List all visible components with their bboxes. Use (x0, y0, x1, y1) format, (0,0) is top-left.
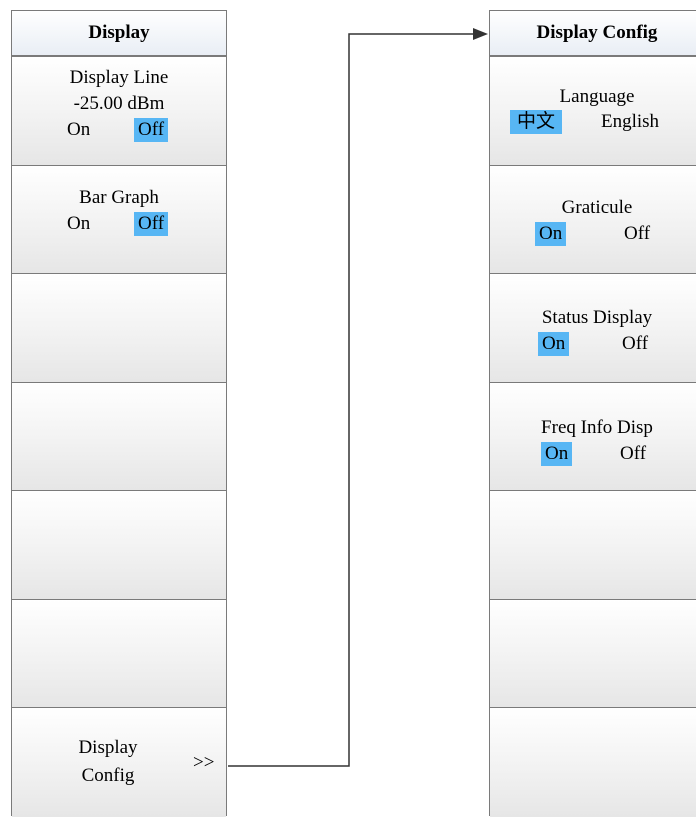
connector-line (228, 33, 474, 767)
softkey-empty-4 (12, 382, 226, 491)
softkey-empty-r7 (490, 708, 696, 817)
display-config-menu-title: Display Config (490, 11, 696, 57)
freq-info-disp-on-option[interactable]: On (541, 441, 573, 466)
graticule-off-option[interactable]: Off (620, 222, 654, 246)
language-chinese-option[interactable]: 中文 (510, 110, 563, 134)
status-display-label: Status Display (541, 307, 653, 328)
display-line-on-option[interactable]: On (63, 118, 94, 142)
display-config-menu: Display Config Language 中文 English Grati… (489, 10, 696, 817)
language-label: Language (559, 86, 635, 107)
softkey-status-display[interactable]: Status Display On Off (490, 274, 696, 383)
softkey-freq-info-disp[interactable]: Freq Info Disp On Off (490, 382, 696, 491)
softkey-bar-graph[interactable]: Bar Graph On Off (12, 165, 226, 274)
display-line-off-option[interactable]: Off (134, 118, 169, 142)
display-line-value: -25.00 dBm (73, 93, 165, 114)
status-display-off-option[interactable]: Off (618, 332, 652, 356)
bar-graph-label: Bar Graph (79, 186, 159, 208)
graticule-label: Graticule (561, 196, 633, 218)
bar-graph-on-option[interactable]: On (63, 212, 94, 236)
softkey-empty-6 (12, 599, 226, 708)
softkey-empty-3 (12, 274, 226, 383)
arrowhead-icon (473, 28, 488, 40)
softkey-empty-r5 (490, 491, 696, 600)
display-menu-title: Display (12, 11, 226, 57)
bar-graph-off-option[interactable]: Off (134, 211, 169, 236)
submenu-arrow-icon: >> (193, 752, 215, 773)
softkey-display-line[interactable]: Display Line -25.00 dBm On Off (12, 57, 226, 166)
softkey-empty-r6 (490, 599, 696, 708)
freq-info-disp-off-option[interactable]: Off (616, 442, 650, 466)
softkey-empty-5 (12, 491, 226, 600)
softkey-language[interactable]: Language 中文 English (490, 57, 696, 166)
softkey-graticule[interactable]: Graticule On Off (490, 165, 696, 274)
language-english-option[interactable]: English (597, 110, 663, 134)
graticule-on-option[interactable]: On (535, 221, 567, 246)
display-line-label: Display Line (69, 67, 169, 88)
freq-info-disp-label: Freq Info Disp (541, 416, 653, 438)
softkey-display-config[interactable]: Display Config >> (12, 708, 226, 817)
display-menu: Display Display Line -25.00 dBm On Off B… (11, 10, 227, 817)
status-display-on-option[interactable]: On (538, 332, 570, 356)
